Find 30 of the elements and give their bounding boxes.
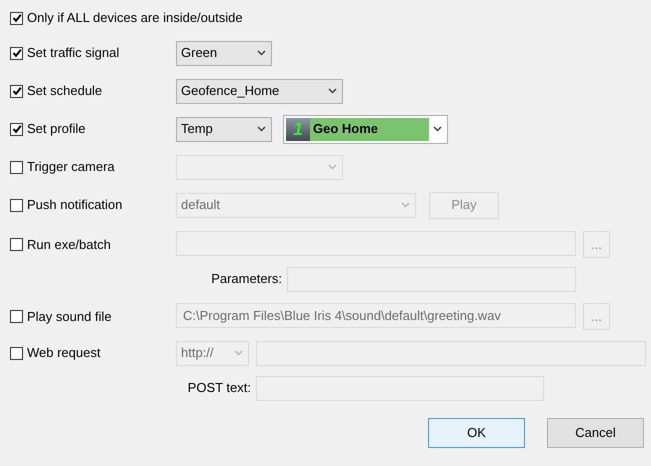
dropdown[interactable]: Temp [176,116,272,142]
dropdown[interactable]: Geofence_Home [176,78,343,104]
option-label: Trigger camera [27,158,115,176]
option-label: Play sound file [27,308,112,326]
option-label: Set profile [27,120,86,138]
caret-icon [401,202,410,208]
post-text-label: POST text: [186,379,251,398]
option-label: Web request [27,344,100,362]
caret-icon [257,50,266,56]
checkbox[interactable] [10,84,23,98]
caret-icon [328,88,337,94]
caret-icon [433,126,442,132]
ok-button[interactable]: OK [428,418,525,448]
cancel-button[interactable]: Cancel [547,418,644,448]
checkbox[interactable] [10,122,23,136]
profile-dropdown[interactable]: 1 Geo Home [283,114,448,144]
parameters-label: Parameters: [210,270,282,288]
profile-name: Geo Home [313,120,378,138]
caret-icon [234,350,243,356]
caret-icon [257,126,266,132]
option-label: Run exe/batch [27,236,111,254]
profile-number-icon: 1 [286,118,310,140]
dropdown[interactable]: Green [176,40,272,66]
option-label: Set schedule [27,82,102,100]
option-label: Push notification [27,196,122,214]
caret-icon [328,164,337,170]
checkbox[interactable] [10,12,23,24]
checkbox[interactable] [10,46,23,60]
option-label: Only if ALL devices are inside/outside [27,9,243,28]
option-label: Set traffic signal [27,44,120,62]
